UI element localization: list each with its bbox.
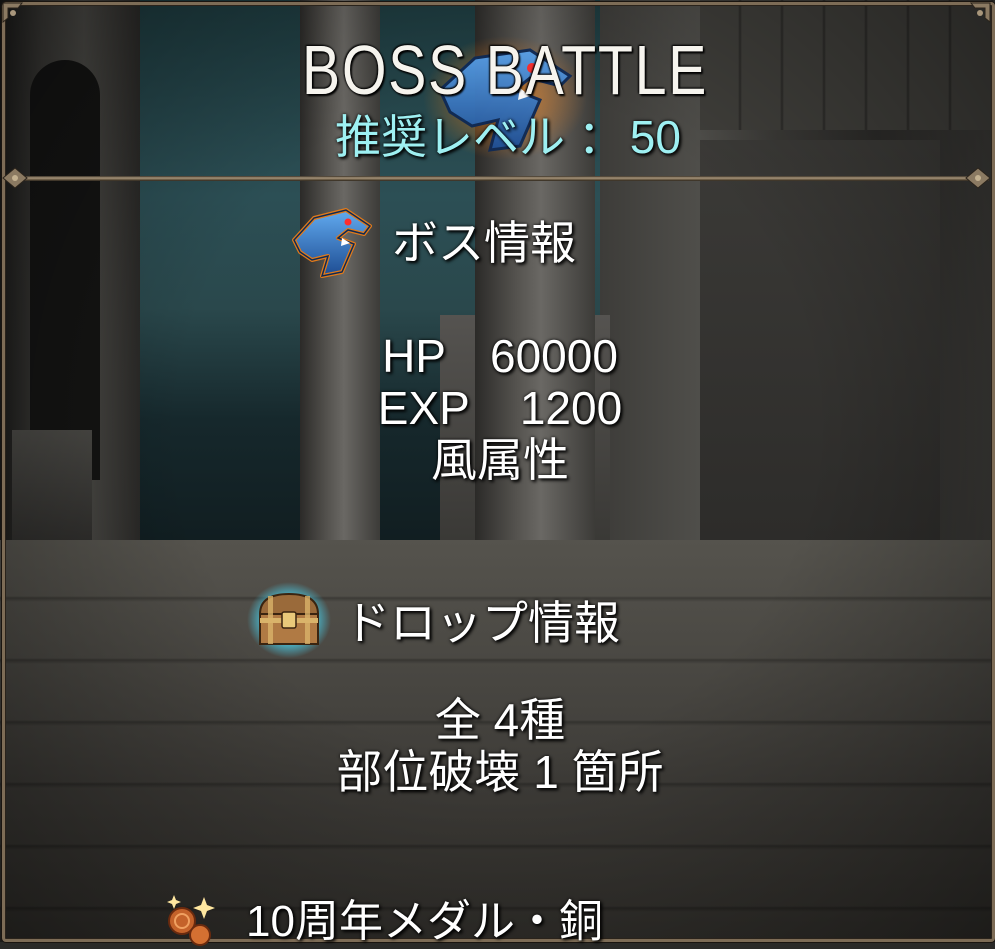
- recommended-level-value: 50: [629, 111, 681, 163]
- boss-shark-emblem-icon: [292, 208, 372, 278]
- boss-info-heading: ボス情報: [286, 200, 576, 280]
- drop-item-label: 10周年メダル・銅: [246, 897, 603, 946]
- drop-info-heading: ドロップ情報: [246, 580, 620, 660]
- boss-battle-title: BOSS BATTLE: [301, 31, 709, 109]
- boss-info-heading-label: ボス情報: [392, 217, 576, 269]
- drop-info-heading-label: ドロップ情報: [344, 597, 620, 649]
- boss-exp-label: EXP: [377, 382, 470, 434]
- frame-corner-ornament-mid-right: [963, 163, 993, 193]
- part-break-count: 部位破壊 1 箇所: [336, 746, 664, 798]
- boss-hp-value: 60000: [489, 330, 618, 382]
- boss-exp-value: 1200: [519, 382, 623, 434]
- frame-corner-ornament-top-left: [0, 0, 30, 30]
- frame-corner-ornament-mid-left: [0, 163, 30, 193]
- boss-hp-row: HP 60000: [0, 330, 995, 382]
- header-divider: [6, 176, 989, 181]
- boss-element: 風属性: [431, 434, 569, 486]
- copper-medal-icon: [167, 895, 215, 946]
- drop-item-row: 10周年メダル・銅: [160, 885, 603, 949]
- boss-hp-label: HP: [382, 330, 446, 382]
- recommended-level-label: 推奨レベル ：: [335, 111, 624, 163]
- recommended-level: 推奨レベル ： 50: [0, 110, 995, 164]
- treasure-chest-icon: [247, 582, 331, 658]
- drop-kinds: 全 4種: [434, 694, 566, 746]
- frame-corner-ornament-top-right: [963, 0, 993, 30]
- boss-exp-row: EXP 1200: [0, 382, 995, 434]
